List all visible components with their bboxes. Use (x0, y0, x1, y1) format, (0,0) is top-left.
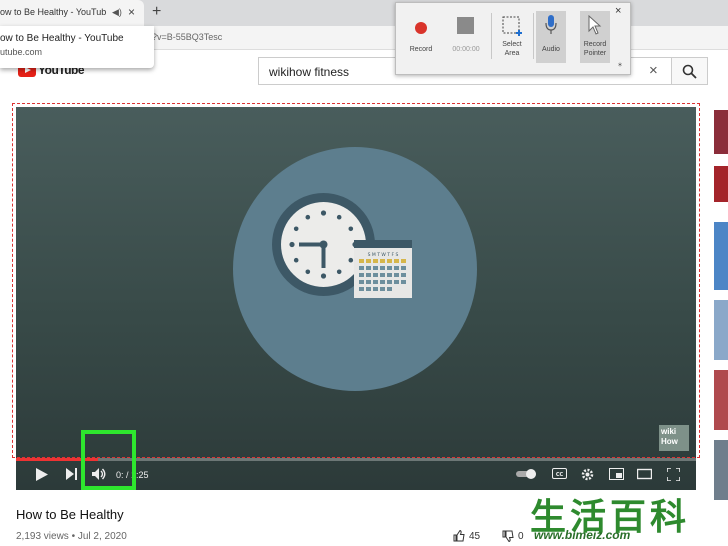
record-button[interactable]: Record (401, 11, 441, 63)
microphone-icon (545, 15, 557, 34)
dislike-button[interactable]: 0 (502, 530, 524, 542)
recommended-thumbnail[interactable] (714, 370, 728, 430)
site-watermark: 生活百科 www.bimeiz.com (526, 488, 728, 546)
search-button[interactable] (672, 57, 708, 85)
audio-toggle-button[interactable]: Audio (536, 11, 566, 63)
screen-recorder-toolbar: Record 00:00:00 Select Area Audio Record P… (395, 2, 631, 75)
select-area-button[interactable]: Select Area (492, 11, 532, 63)
tab-hover-card: ow to Be Healthy - YouTube utube.com (0, 26, 154, 68)
tab-title: ow to Be Healthy - YouTube (0, 7, 106, 17)
dislike-count: 0 (518, 530, 524, 542)
record-pointer-label: Record Pointer (583, 41, 607, 57)
select-area-label: Select Area (502, 41, 522, 57)
timer-display: 00:00:00 (452, 46, 480, 53)
hover-card-title: ow to Be Healthy - YouTube (0, 33, 124, 44)
browser-tab[interactable]: ow to Be Healthy - YouTube ◀) × (0, 0, 144, 26)
next-icon[interactable] (66, 468, 78, 480)
hover-card-url: utube.com (0, 47, 43, 57)
video-title: How to Be Healthy (16, 507, 124, 522)
thumbs-up-icon (453, 530, 465, 542)
record-pointer-button[interactable]: Record Pointer (580, 11, 610, 63)
theater-mode-icon[interactable] (637, 468, 652, 480)
pin-icon[interactable]: ⁎ (618, 59, 622, 68)
stop-icon (457, 17, 474, 34)
record-icon (415, 22, 427, 34)
thumbs-down-icon (502, 530, 514, 542)
capture-area-frame (12, 103, 700, 458)
recommended-thumbnail[interactable] (714, 300, 728, 360)
svg-text:CC: CC (556, 472, 564, 478)
tab-close-icon[interactable]: × (128, 5, 135, 19)
record-label: Record (409, 46, 433, 53)
settings-gear-icon[interactable] (581, 468, 594, 481)
watermark-url: www.bimeiz.com (534, 528, 631, 542)
recommended-thumbnail[interactable] (714, 222, 728, 290)
like-count: 45 (469, 530, 481, 542)
search-query: wikihow fitness (269, 65, 350, 79)
like-button[interactable]: 45 (453, 530, 480, 542)
select-area-icon (502, 16, 522, 36)
pointer-icon (588, 15, 602, 35)
clear-icon[interactable]: × (649, 62, 658, 79)
play-icon[interactable] (36, 468, 48, 481)
autoplay-toggle-icon[interactable] (516, 468, 538, 480)
toolbar-divider (533, 13, 534, 59)
stop-button[interactable]: 00:00:00 (445, 11, 487, 63)
recommended-thumbnail[interactable] (714, 110, 728, 154)
search-icon (682, 64, 697, 79)
audio-label: Audio (542, 46, 560, 53)
volume-highlight-box (81, 430, 136, 490)
fullscreen-icon[interactable] (667, 468, 680, 481)
new-tab-button[interactable]: + (152, 3, 161, 21)
speaker-icon[interactable]: ◀) (112, 7, 122, 18)
recommended-thumbnail[interactable] (714, 166, 728, 202)
video-meta: 2,193 views • Jul 2, 2020 (16, 531, 127, 542)
url-text: ?v=B-55BQ3Tesc (152, 32, 223, 42)
captions-icon[interactable]: CC (552, 468, 567, 479)
miniplayer-icon[interactable] (609, 468, 624, 480)
close-icon[interactable]: × (615, 5, 621, 17)
